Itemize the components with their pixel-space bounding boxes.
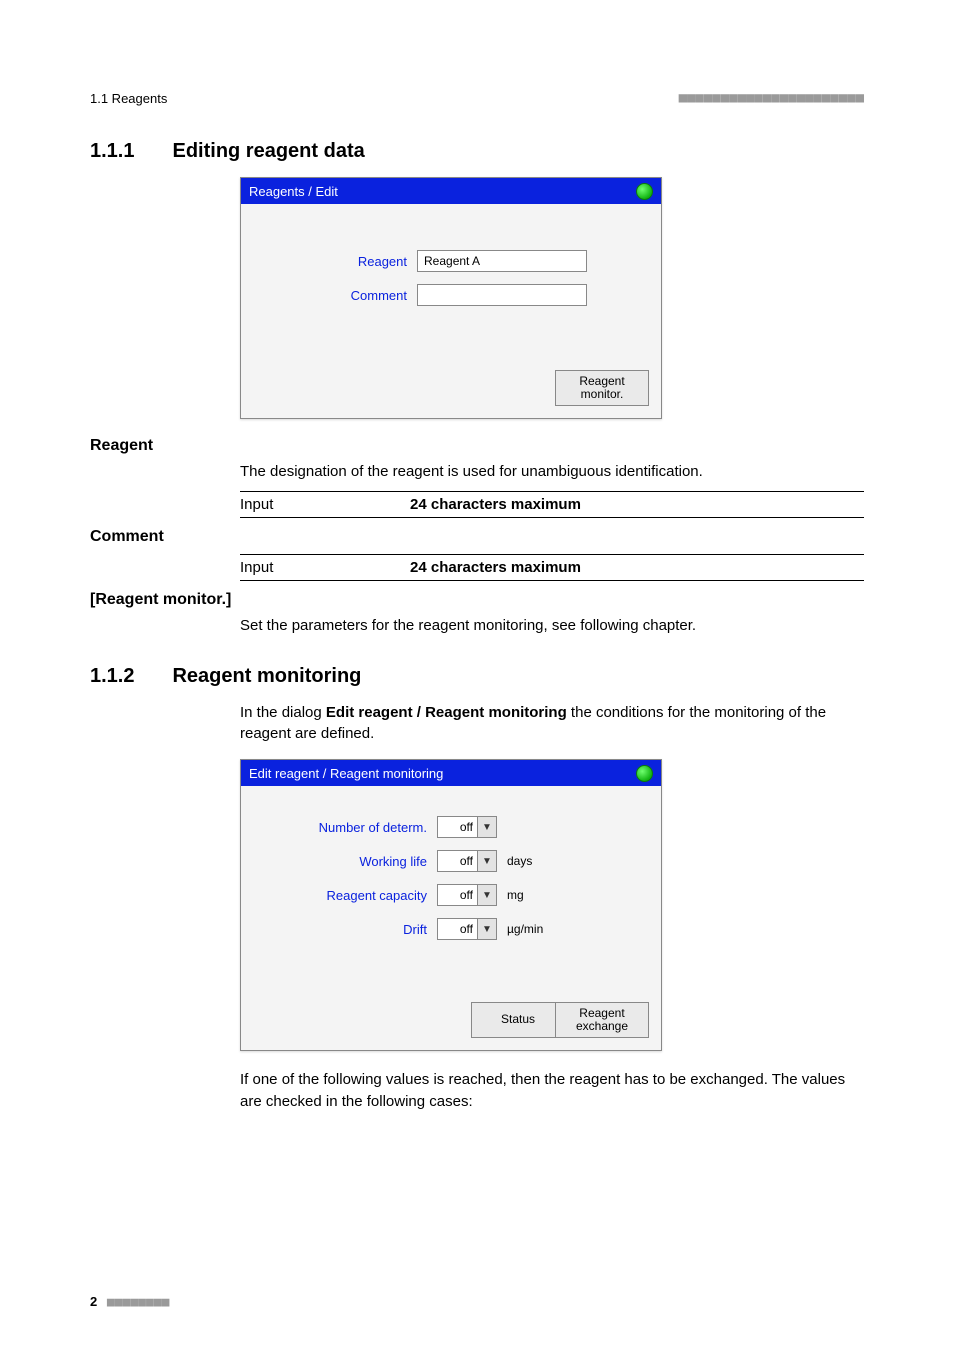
- def-term-reagent-monitor: [Reagent monitor.]: [90, 591, 864, 609]
- chevron-down-icon: ▼: [477, 817, 496, 837]
- working-life-select[interactable]: off ▼: [437, 850, 497, 872]
- reagent-input[interactable]: [417, 250, 587, 272]
- reagents-edit-dialog: Reagents / Edit Reagent Comment Reagent …: [240, 177, 662, 419]
- unit-label: days: [507, 854, 532, 868]
- def-desc-reagent-monitor: Set the parameters for the reagent monit…: [240, 615, 864, 637]
- drift-label: Drift: [257, 922, 437, 937]
- section-title: Editing reagent data: [172, 140, 364, 163]
- def-term-reagent: Reagent: [90, 437, 864, 455]
- section-1-1-1-heading: 1.1.1 Editing reagent data: [90, 140, 864, 163]
- dialog-titlebar: Reagents / Edit: [241, 178, 661, 204]
- status-led-icon: [636, 183, 653, 200]
- unit-label: µg/min: [507, 922, 543, 936]
- number-determ-select[interactable]: off ▼: [437, 816, 497, 838]
- reagent-exchange-button[interactable]: Reagent exchange: [555, 1002, 649, 1038]
- select-value: off: [438, 854, 477, 868]
- page-number-value: 2: [90, 1294, 97, 1309]
- reagent-input-limit-row: Input 24 characters maximum: [240, 491, 864, 518]
- working-life-label: Working life: [257, 854, 437, 869]
- select-value: off: [438, 820, 477, 834]
- param-value: 24 characters maximum: [410, 496, 581, 513]
- chevron-down-icon: ▼: [477, 851, 496, 871]
- dialog-title: Edit reagent / Reagent monitoring: [249, 766, 443, 781]
- select-value: off: [438, 888, 477, 902]
- comment-input-limit-row: Input 24 characters maximum: [240, 554, 864, 581]
- chevron-down-icon: ▼: [477, 919, 496, 939]
- running-header-left: 1.1 Reagents: [90, 91, 167, 106]
- chevron-down-icon: ▼: [477, 885, 496, 905]
- intro-bold: Edit reagent / Reagent monitoring: [326, 704, 567, 721]
- number-determ-label: Number of determ.: [257, 820, 437, 835]
- def-term-comment: Comment: [90, 528, 864, 546]
- unit-label: mg: [507, 888, 524, 902]
- reagent-monitor-button[interactable]: Reagent monitor.: [555, 370, 649, 406]
- drift-select[interactable]: off ▼: [437, 918, 497, 940]
- select-value: off: [438, 922, 477, 936]
- def-desc-reagent: The designation of the reagent is used f…: [240, 461, 864, 483]
- reagent-monitoring-dialog: Edit reagent / Reagent monitoring Number…: [240, 759, 662, 1051]
- param-label: Input: [240, 496, 410, 513]
- section-1-1-2-heading: 1.1.2 Reagent monitoring: [90, 665, 864, 688]
- status-button[interactable]: Status: [471, 1002, 565, 1038]
- header-dashes: ■■■■■■■■■■■■■■■■■■■■■■: [679, 90, 864, 106]
- reagent-label: Reagent: [257, 254, 417, 269]
- section-number: 1.1.1: [90, 140, 134, 163]
- dialog-title: Reagents / Edit: [249, 184, 338, 199]
- intro-pre: In the dialog: [240, 704, 326, 721]
- status-led-icon: [636, 765, 653, 782]
- page-number-dashes: ■■■■■■■■: [107, 1295, 170, 1310]
- param-value: 24 characters maximum: [410, 559, 581, 576]
- section-number: 1.1.2: [90, 665, 134, 688]
- comment-input[interactable]: [417, 284, 587, 306]
- comment-label: Comment: [257, 288, 417, 303]
- section-title: Reagent monitoring: [172, 665, 361, 688]
- reagent-capacity-select[interactable]: off ▼: [437, 884, 497, 906]
- param-label: Input: [240, 559, 410, 576]
- page-number: 2 ■■■■■■■■: [90, 1294, 169, 1310]
- section-1-1-2-intro: In the dialog Edit reagent / Reagent mon…: [240, 702, 864, 746]
- running-header: 1.1 Reagents ■■■■■■■■■■■■■■■■■■■■■■: [90, 90, 864, 106]
- reagent-capacity-label: Reagent capacity: [257, 888, 437, 903]
- dialog-titlebar: Edit reagent / Reagent monitoring: [241, 760, 661, 786]
- footer-paragraph: If one of the following values is reache…: [240, 1069, 864, 1113]
